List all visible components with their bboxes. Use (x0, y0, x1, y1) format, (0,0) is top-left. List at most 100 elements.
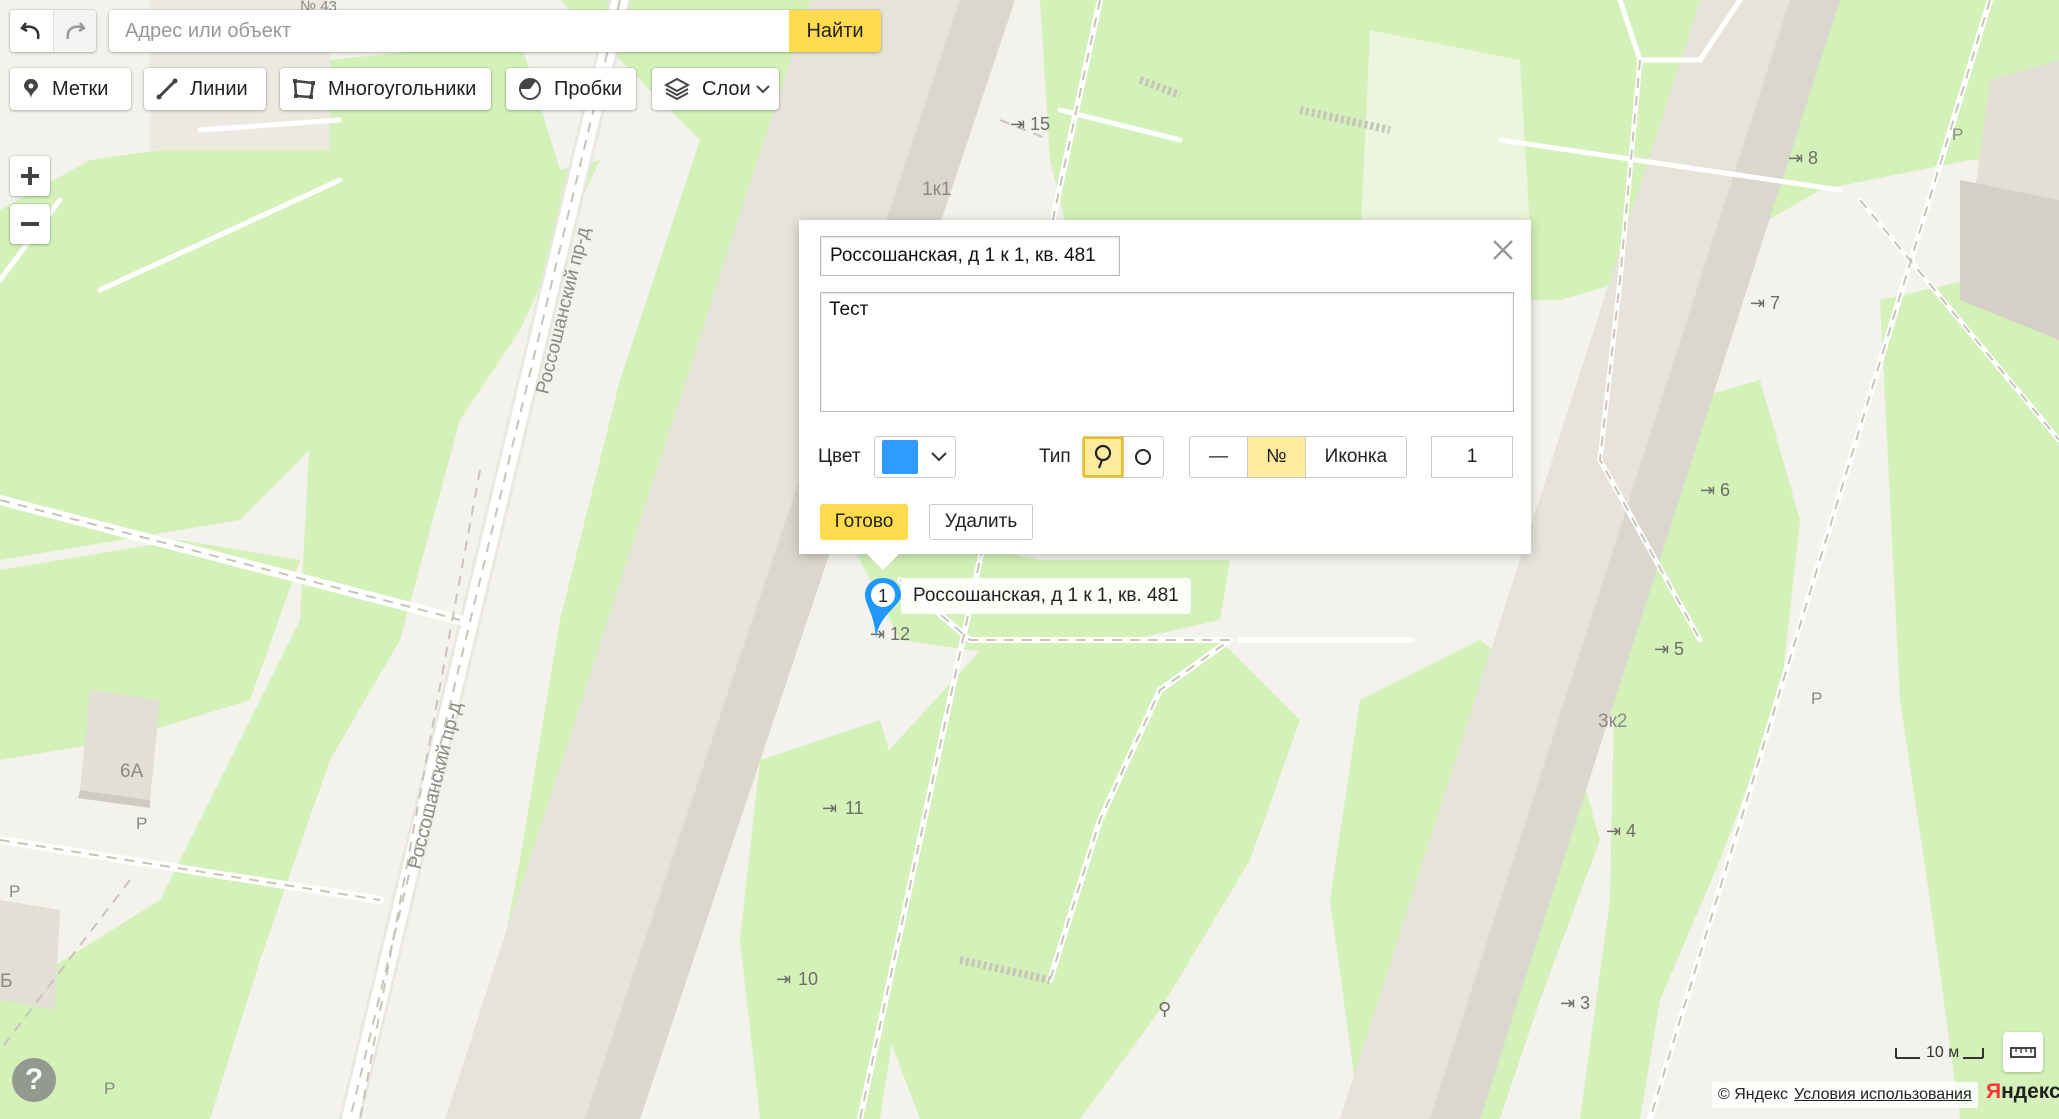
svg-text:3: 3 (1580, 993, 1590, 1013)
placemark-marker[interactable]: 1 (862, 576, 904, 642)
redo-button[interactable] (52, 10, 96, 52)
entrance-marker: ⇥ 10 (776, 969, 818, 989)
content-icon-option[interactable]: Иконка (1306, 437, 1406, 477)
scale-label: 10 м (1926, 1044, 1960, 1061)
done-button[interactable]: Готово (820, 504, 908, 540)
undo-redo-group (10, 10, 96, 52)
entrance-marker: ⇥ 5 (1654, 639, 1684, 659)
type-label: Тип (1039, 446, 1071, 467)
svg-text:⇥: ⇥ (822, 798, 837, 818)
close-icon[interactable] (1489, 236, 1517, 264)
line-icon (156, 78, 178, 100)
svg-text:⇥: ⇥ (1654, 639, 1669, 659)
pin-icon (1094, 444, 1111, 469)
plus-icon (21, 167, 39, 185)
content-none-option[interactable]: — (1190, 437, 1248, 477)
parking-mark: Р (1952, 125, 1963, 144)
placemark-number: 1 (878, 586, 888, 606)
layers-tool-button[interactable]: Слои (652, 68, 779, 110)
zoom-in-button[interactable] (10, 156, 50, 196)
entrance-marker: ⇥ 15 (1010, 114, 1050, 134)
svg-text:10: 10 (798, 969, 818, 989)
svg-text:⇥: ⇥ (1750, 293, 1765, 313)
placemark-title-input[interactable]: Россошанская, д 1 к 1, кв. 481 (820, 236, 1120, 276)
layers-tool-label: Слои (702, 77, 751, 100)
svg-text:11: 11 (845, 798, 864, 818)
map-canvas[interactable]: Россошанский пр-д Россошанский пр-д 1к1 … (0, 0, 2059, 1119)
lines-tool-button[interactable]: Линии (144, 68, 266, 110)
polygons-tool-label: Многоугольники (328, 77, 477, 100)
svg-text:⇥: ⇥ (776, 969, 791, 989)
building-label-1k1: 1к1 (922, 179, 951, 200)
svg-text:⇥: ⇥ (1788, 148, 1803, 168)
minus-icon (21, 222, 39, 226)
undo-icon (20, 22, 40, 40)
svg-text:⇥: ⇥ (1700, 480, 1715, 500)
entrance-marker: ⇥ 4 (1606, 821, 1636, 841)
delete-button[interactable]: Удалить (929, 504, 1033, 540)
marker-content-selector: — № Иконка (1189, 436, 1407, 478)
lines-tool-label: Линии (190, 77, 248, 100)
search-input[interactable] (109, 10, 789, 52)
placemarks-tool-label: Метки (52, 77, 109, 100)
search-button[interactable]: Найти (789, 10, 881, 52)
building-label-6a: 6А (120, 761, 144, 782)
color-label: Цвет (818, 446, 861, 467)
scale-line: 10 м (1894, 1044, 1985, 1062)
svg-text:⇥: ⇥ (1606, 821, 1621, 841)
svg-text:15: 15 (1030, 114, 1050, 134)
placemark-editor-balloon: Россошанская, д 1 к 1, кв. 481 Тест Цвет… (799, 220, 1531, 570)
zoom-out-button[interactable] (10, 204, 50, 244)
type-circle-option[interactable] (1124, 437, 1164, 477)
undo-button[interactable] (10, 10, 53, 52)
marker-number-input[interactable]: 1 (1431, 436, 1513, 478)
polygons-tool-button[interactable]: Многоугольники (280, 68, 491, 110)
placemarks-tool-button[interactable]: Метки (10, 68, 131, 110)
marker-type-selector (1082, 436, 1164, 478)
content-number-option[interactable]: № (1247, 437, 1306, 477)
svg-text:5: 5 (1674, 639, 1684, 659)
type-pin-option[interactable] (1083, 437, 1124, 477)
placemark-icon (24, 79, 38, 99)
building-label-b: Б (0, 971, 12, 992)
entrance-marker: ⇥ 7 (1750, 293, 1780, 313)
polygon-icon (293, 79, 315, 99)
terms-link[interactable]: Условия использования (1794, 1086, 1972, 1104)
ruler-icon (2010, 1047, 2036, 1058)
traffic-tool-label: Пробки (554, 77, 622, 100)
placemark-description-input[interactable]: Тест (820, 292, 1514, 412)
chevron-down-icon (755, 85, 770, 94)
search-box: Найти (109, 10, 881, 52)
scale-bar-icon (1895, 1048, 1920, 1059)
traffic-icon (519, 78, 541, 100)
redo-icon (66, 22, 86, 40)
entrance-marker: ⇥ 3 (1560, 993, 1590, 1013)
svg-text:4: 4 (1626, 821, 1636, 841)
entrance-marker: ⇥ 8 (1788, 148, 1818, 168)
playground-icon: ⚲ (1158, 999, 1171, 1019)
copyright-text: © Яндекс (1718, 1086, 1789, 1103)
svg-text:⇥: ⇥ (1560, 993, 1575, 1013)
building-label-3k2: 3к2 (1598, 711, 1627, 732)
parking-mark: Р (104, 1079, 115, 1098)
color-swatch (882, 440, 918, 474)
svg-text:8: 8 (1808, 148, 1818, 168)
layers-icon (664, 77, 690, 101)
parking-mark: Р (9, 882, 20, 901)
color-picker[interactable] (874, 436, 956, 478)
svg-text:⇥: ⇥ (1010, 114, 1025, 134)
ruler-button[interactable] (2003, 1032, 2043, 1072)
parking-mark: Р (136, 814, 147, 833)
circle-icon (1135, 449, 1152, 465)
svg-text:7: 7 (1770, 293, 1780, 313)
chevron-down-icon (931, 452, 947, 462)
placemark-caption: Россошанская, д 1 к 1, кв. 481 (901, 578, 1191, 614)
traffic-tool-button[interactable]: Пробки (506, 68, 636, 110)
parking-mark: Р (1811, 689, 1822, 708)
svg-text:6: 6 (1720, 480, 1730, 500)
entrance-marker: ⇥ 6 (1700, 480, 1730, 500)
scale-bar-end-icon (1963, 1048, 1985, 1059)
help-button[interactable]: ? (12, 1058, 56, 1102)
copyright-bar: © Яндекс Условия использования (1712, 1082, 1978, 1108)
yandex-logo[interactable]: Яндекс (1986, 1080, 2059, 1104)
